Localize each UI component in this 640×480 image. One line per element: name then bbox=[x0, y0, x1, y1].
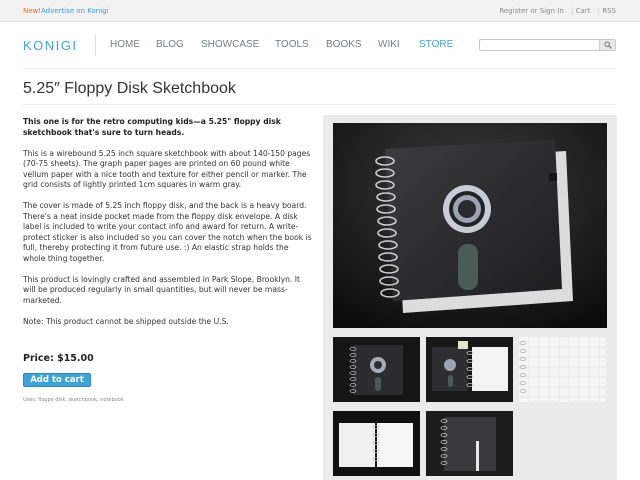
product-gallery bbox=[323, 115, 617, 480]
nav-item-blog[interactable]: BLOG bbox=[156, 39, 184, 50]
page-title: 5.25″ Floppy Disk Sketchbook bbox=[23, 80, 236, 97]
thumbnail-image bbox=[333, 411, 420, 476]
shipping-note: Note: This product cannot be shipped out… bbox=[23, 316, 229, 326]
utility-bar: New! Advertise on Konigi Register or Sig… bbox=[0, 0, 640, 22]
thumbnail-grid-page[interactable] bbox=[519, 337, 606, 402]
description-paragraph: The cover is made of 5.25 inch floppy di… bbox=[23, 201, 312, 263]
thumbnail-back[interactable] bbox=[426, 411, 513, 476]
thumbnail-open-book[interactable] bbox=[333, 411, 420, 476]
search-icon bbox=[604, 41, 612, 49]
nav-item-showcase[interactable]: SHOWCASE bbox=[201, 39, 259, 50]
description-paragraph: This is a wirebound 5.25 inch square ske… bbox=[23, 148, 311, 190]
description-paragraph: This product is lovingly crafted and ass… bbox=[23, 274, 300, 305]
add-to-cart-button[interactable]: Add to cart bbox=[23, 373, 91, 387]
product-tags: Uses: floppy disk, sketchbook, notebook bbox=[23, 397, 124, 403]
nav-item-store[interactable]: STORE bbox=[419, 39, 453, 50]
main-product-image[interactable] bbox=[333, 123, 607, 328]
advertise-link[interactable]: Advertise on Konigi bbox=[41, 7, 109, 15]
thumbnail-image bbox=[426, 337, 513, 402]
title-divider bbox=[23, 104, 616, 105]
thumbnail-open-pocket[interactable] bbox=[426, 337, 513, 402]
search-box bbox=[479, 39, 616, 59]
nav-item-books[interactable]: BOOKS bbox=[326, 39, 362, 50]
lead-paragraph: This one is for the retro computing kids… bbox=[23, 117, 281, 137]
separator: | bbox=[571, 7, 574, 15]
floppy-sketchbook-image bbox=[333, 123, 607, 328]
nav-item-wiki[interactable]: WIKI bbox=[378, 39, 400, 50]
register-signin-link[interactable]: Register or Sign In bbox=[499, 7, 563, 15]
separator: | bbox=[597, 7, 600, 15]
cart-link[interactable]: Cart bbox=[576, 7, 591, 15]
main-nav: KONIGI HOME BLOG SHOWCASE TOOLS BOOKS WI… bbox=[0, 22, 640, 68]
thumbnail-cover[interactable] bbox=[333, 337, 420, 402]
thumbnail-image bbox=[426, 411, 513, 476]
search-button[interactable] bbox=[599, 40, 615, 50]
product-description: This one is for the retro computing kids… bbox=[23, 117, 313, 338]
site-logo[interactable]: KONIGI bbox=[23, 38, 78, 53]
nav-item-tools[interactable]: TOOLS bbox=[275, 39, 309, 50]
new-badge: New! bbox=[23, 7, 42, 15]
thumbnail-image bbox=[519, 337, 606, 402]
nav-item-home[interactable]: HOME bbox=[110, 39, 140, 50]
thumbnail-image bbox=[333, 337, 420, 402]
header-divider bbox=[23, 68, 616, 69]
rss-link[interactable]: RSS bbox=[602, 7, 616, 15]
account-links: Register or Sign In | Cart | RSS bbox=[499, 7, 616, 15]
nav-divider bbox=[95, 34, 96, 56]
search-input[interactable] bbox=[480, 48, 595, 59]
product-price: Price: $15.00 bbox=[23, 353, 94, 364]
